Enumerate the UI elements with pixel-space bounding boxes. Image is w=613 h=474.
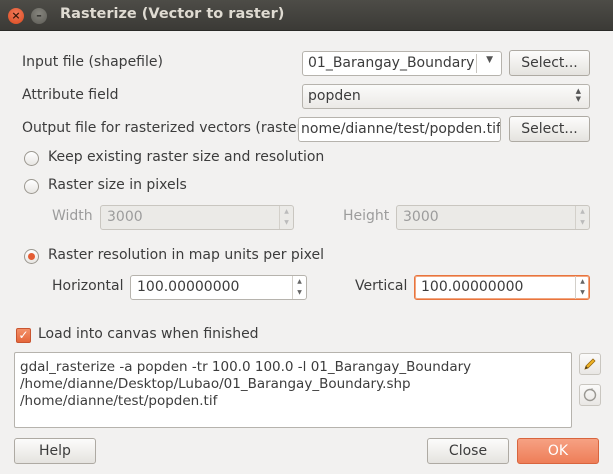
spin-arrows-icon: ▲ ▼ [575, 206, 589, 229]
pencil-icon[interactable] [579, 353, 601, 375]
ok-button[interactable]: OK [517, 438, 599, 464]
help-button[interactable]: Help [14, 438, 96, 464]
height-spinbox: 3000 ▲ ▼ [396, 205, 590, 230]
up-down-arrows-icon: ▲ ▼ [575, 87, 581, 103]
output-file-value: nome/dianne/test/popden.tif [301, 121, 501, 137]
output-file-select-button[interactable]: Select... [509, 116, 590, 142]
close-window-icon[interactable]: × [8, 8, 24, 24]
input-file-select-button[interactable]: Select... [509, 50, 590, 76]
horizontal-label: Horizontal [52, 278, 124, 294]
height-label: Height [343, 208, 390, 224]
reset-icon[interactable] [579, 384, 601, 406]
resolution-label[interactable]: Raster resolution in map units per pixel [48, 247, 324, 263]
attribute-field-value: popden [308, 88, 361, 104]
load-canvas-checkbox[interactable]: ✓ [16, 328, 31, 343]
attribute-field-label: Attribute field [22, 87, 119, 103]
spin-arrows-icon[interactable]: ▲ ▼ [575, 276, 589, 299]
pixel-size-label[interactable]: Raster size in pixels [48, 177, 187, 193]
title-bar: × – Rasterize (Vector to raster) [0, 0, 613, 31]
keep-size-label[interactable]: Keep existing raster size and resolution [48, 149, 324, 165]
height-value: 3000 [403, 209, 439, 225]
command-line-3: /home/dianne/test/popden.tif [20, 393, 218, 409]
vertical-value: 100.00000000 [421, 279, 524, 295]
horizontal-spinbox[interactable]: 100.00000000 ▲ ▼ [130, 275, 307, 300]
output-file-label: Output file for rasterized vectors (rast… [22, 120, 308, 136]
command-textbox[interactable]: gdal_rasterize -a popden -tr 100.0 100.0… [14, 352, 572, 428]
spin-arrows-icon[interactable]: ▲ ▼ [292, 276, 306, 299]
command-line-2: /home/dianne/Desktop/Lubao/01_Barangay_B… [20, 376, 411, 392]
input-file-label: Input file (shapefile) [22, 54, 163, 70]
resolution-radio[interactable] [24, 249, 39, 264]
width-spinbox: 3000 ▲ ▼ [100, 205, 294, 230]
width-label: Width [52, 208, 93, 224]
input-file-combo[interactable]: 01_Barangay_Boundary ▼ [302, 51, 502, 76]
chevron-down-icon[interactable]: ▼ [486, 55, 493, 65]
keep-size-radio[interactable] [24, 151, 39, 166]
attribute-field-combo[interactable]: popden ▲ ▼ [302, 84, 590, 109]
close-button[interactable]: Close [427, 438, 509, 464]
horizontal-value: 100.00000000 [137, 279, 240, 295]
input-file-value: 01_Barangay_Boundary [308, 55, 475, 71]
pixel-size-radio[interactable] [24, 179, 39, 194]
vertical-label: Vertical [355, 278, 408, 294]
vertical-spinbox[interactable]: 100.00000000 ▲ ▼ [414, 275, 590, 300]
command-line-1: gdal_rasterize -a popden -tr 100.0 100.0… [20, 359, 472, 375]
width-value: 3000 [107, 209, 143, 225]
window-title: Rasterize (Vector to raster) [60, 6, 285, 22]
load-canvas-label[interactable]: Load into canvas when finished [38, 326, 259, 342]
minimize-window-icon[interactable]: – [31, 8, 47, 24]
spin-arrows-icon: ▲ ▼ [279, 206, 293, 229]
output-file-input[interactable]: nome/dianne/test/popden.tif [298, 117, 501, 142]
